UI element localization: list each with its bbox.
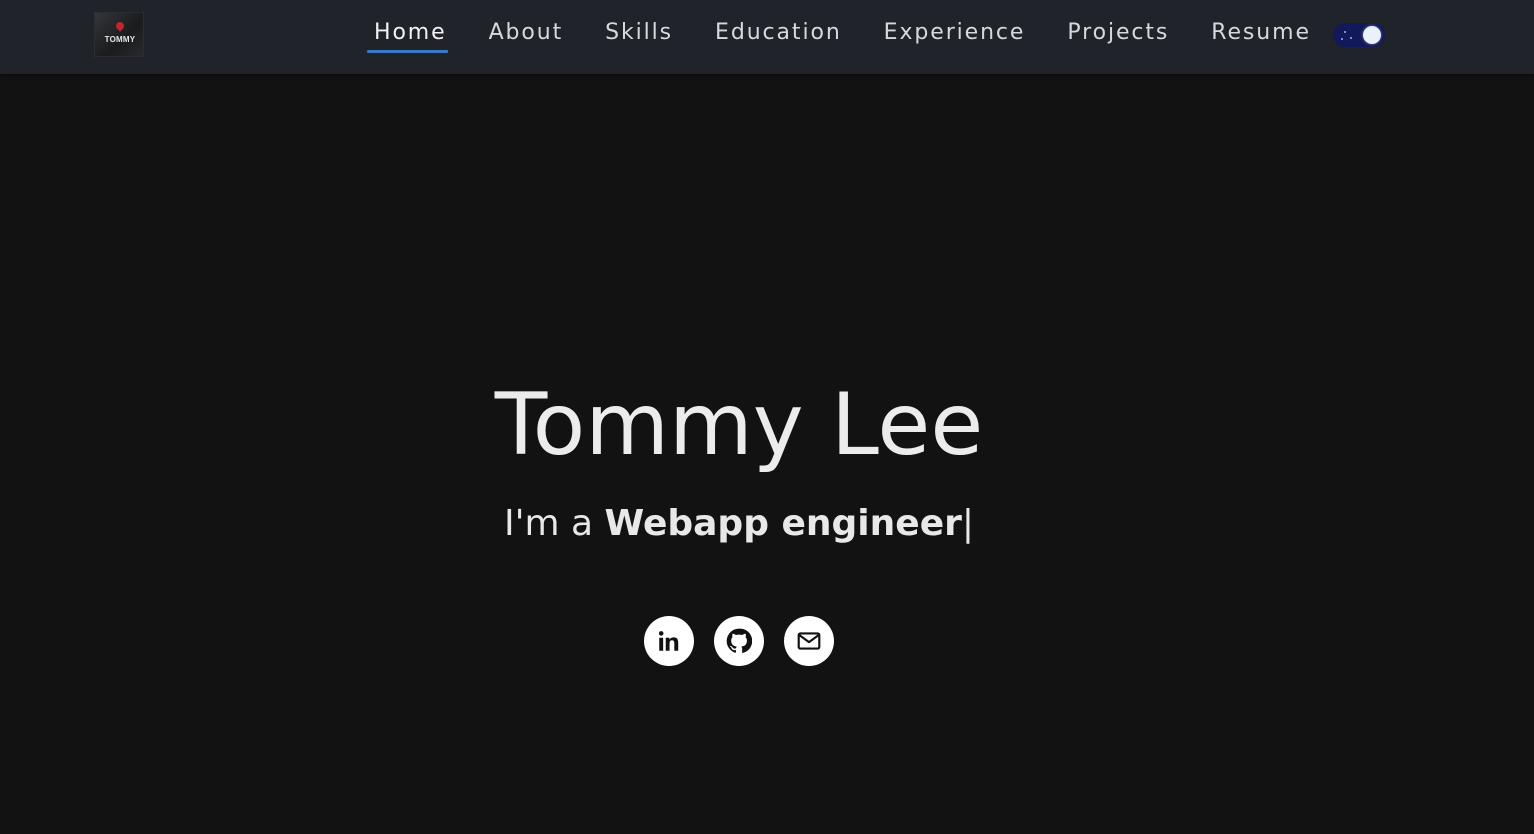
nav-item-education[interactable]: Education xyxy=(715,0,842,48)
tagline-role: Webapp engineer xyxy=(604,503,962,544)
hero-tagline: I'm a Webapp engineer| xyxy=(0,500,1478,548)
nav-item-home[interactable]: Home xyxy=(367,0,448,53)
nav-item-experience[interactable]: Experience xyxy=(884,0,1026,48)
typing-cursor: | xyxy=(961,503,975,544)
linkedin-icon xyxy=(658,631,679,651)
toggle-star-icon xyxy=(1344,31,1346,33)
github-button[interactable] xyxy=(714,616,764,666)
logo-mark-icon xyxy=(114,20,126,32)
hero-name: Tommy Lee xyxy=(494,375,984,475)
toggle-star-icon xyxy=(1350,37,1352,39)
toggle-moon-knob-icon xyxy=(1363,26,1381,44)
nav-item-about[interactable]: About xyxy=(489,0,564,48)
email-button[interactable] xyxy=(784,616,834,666)
toggle-star-icon xyxy=(1341,38,1343,40)
site-logo[interactable]: TOMMY xyxy=(94,12,144,57)
tagline-prefix: I'm a xyxy=(503,503,605,544)
mail-icon xyxy=(797,632,821,650)
social-links xyxy=(644,616,854,666)
nav-item-skills[interactable]: Skills xyxy=(605,0,673,48)
linkedin-button[interactable] xyxy=(644,616,694,666)
navbar: TOMMY Home About Skills Education Experi… xyxy=(0,0,1534,74)
nav-item-resume[interactable]: Resume xyxy=(1211,0,1311,48)
logo-text: TOMMY xyxy=(104,35,136,44)
nav-links: Home About Skills Education Experience P… xyxy=(353,0,1332,74)
theme-toggle[interactable] xyxy=(1333,23,1385,47)
nav-item-projects[interactable]: Projects xyxy=(1067,0,1169,48)
github-icon xyxy=(726,628,752,653)
